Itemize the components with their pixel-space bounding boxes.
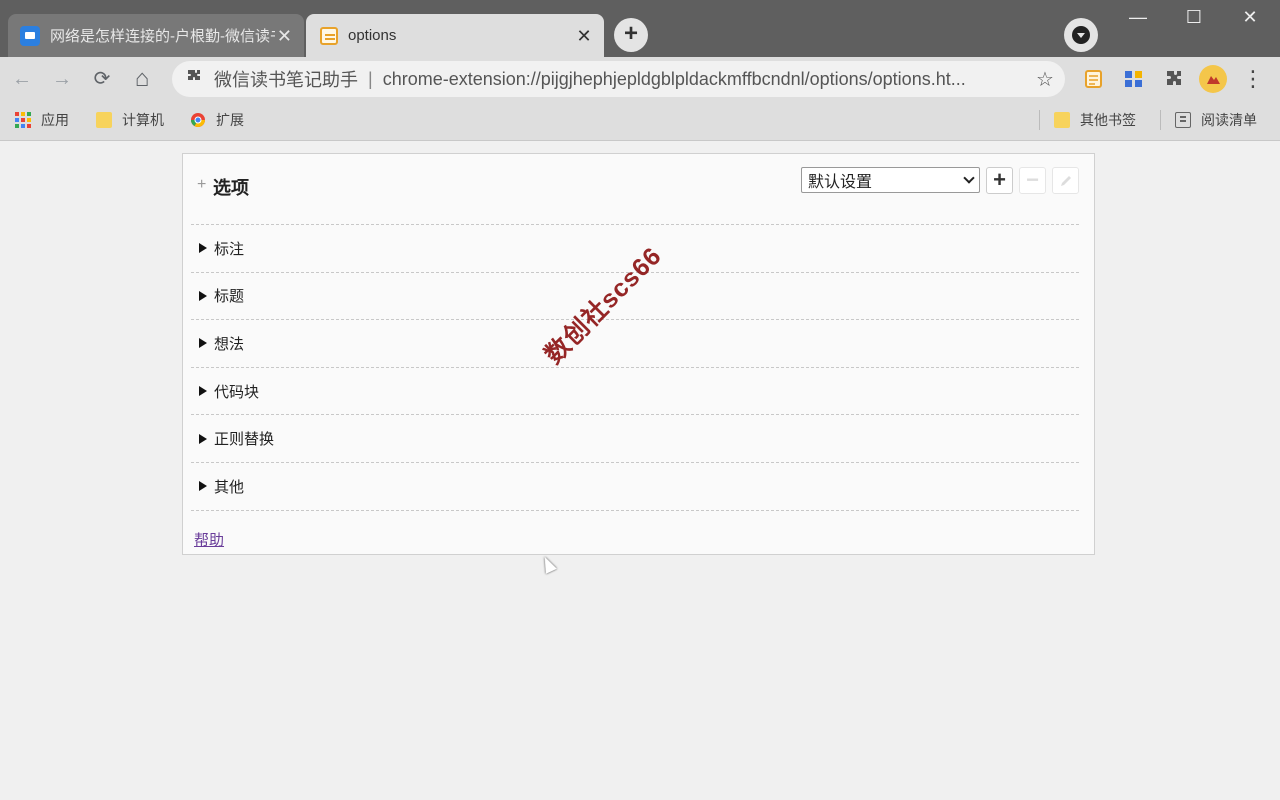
menu-icon[interactable]: ⋮ (1237, 63, 1269, 95)
bookmark-other[interactable]: 其他书签 (1054, 101, 1136, 139)
bookmark-folder-computer[interactable]: 计算机 (96, 101, 164, 139)
reading-list-icon (1175, 112, 1191, 128)
section-code-block[interactable]: 代码块 (191, 368, 1079, 416)
bookmark-extensions[interactable]: 扩展 (190, 101, 244, 139)
url-text[interactable]: chrome-extension://pijgjhephjepldgblplda… (383, 69, 1025, 90)
apps-extension-icon[interactable] (1120, 65, 1148, 93)
disclosure-triangle-icon (199, 290, 207, 301)
profile-select[interactable]: 默认设置 (801, 167, 980, 193)
reload-button[interactable]: ⟳ (86, 63, 118, 95)
profile-avatar[interactable] (1199, 65, 1227, 93)
tab-title: options (348, 27, 397, 44)
rename-profile-button[interactable] (1052, 167, 1079, 194)
add-profile-button[interactable]: + (986, 167, 1013, 194)
bookmark-label: 阅读清单 (1201, 112, 1257, 128)
bookmark-reading-list[interactable]: 阅读清单 (1175, 101, 1257, 139)
home-button[interactable]: ⌂ (126, 63, 158, 95)
new-tab-button[interactable]: + (614, 18, 648, 52)
folder-icon (96, 112, 112, 128)
close-window-button[interactable]: ✕ (1222, 0, 1278, 36)
profile-select-value: 默认设置 (808, 174, 873, 191)
folder-icon (1054, 112, 1070, 128)
section-regex-replace[interactable]: 正则替换 (191, 415, 1079, 463)
forward-button[interactable]: → (46, 63, 78, 95)
wechat-read-favicon-icon (20, 25, 40, 46)
help-link[interactable]: 帮助 (194, 529, 224, 550)
expand-plus-icon[interactable]: + (197, 176, 206, 194)
disclosure-triangle-icon (199, 386, 207, 397)
tab-wechat-read[interactable]: 网络是怎样连接的-户根勤-微信读书 ✕ (8, 14, 304, 57)
bookmarks-divider (1039, 110, 1040, 130)
bookmarks-bar: 应用 计算机 扩展 其他书签 阅读清单 (0, 101, 1280, 141)
section-label: 其他 (214, 478, 245, 496)
bookmark-label: 计算机 (122, 112, 164, 128)
chevron-down-icon (963, 172, 975, 184)
page-title: 选项 (213, 178, 249, 198)
disclosure-triangle-icon (199, 243, 207, 254)
section-label: 想法 (214, 335, 245, 353)
section-label: 标注 (214, 240, 245, 258)
chrome-icon (190, 112, 206, 128)
section-thoughts[interactable]: 想法 (191, 320, 1079, 368)
disclosure-triangle-icon (199, 433, 207, 444)
apps-grid-icon (15, 112, 31, 128)
section-other[interactable]: 其他 (191, 463, 1079, 511)
back-button[interactable]: ← (6, 63, 38, 95)
disclosure-triangle-icon (199, 481, 207, 492)
mouse-cursor-icon (539, 554, 557, 574)
extensions-puzzle-icon[interactable] (1160, 65, 1188, 93)
bookmark-label: 扩展 (216, 112, 244, 128)
bookmark-label: 其他书签 (1080, 112, 1136, 128)
bookmark-label: 应用 (41, 112, 69, 128)
bookmarks-divider (1160, 110, 1161, 130)
disclosure-triangle-icon (199, 338, 207, 349)
close-tab-icon[interactable]: ✕ (574, 26, 594, 46)
minimize-button[interactable]: — (1110, 0, 1166, 36)
puzzle-icon (186, 69, 204, 90)
maximize-button[interactable]: ☐ (1166, 0, 1222, 36)
section-label: 正则替换 (214, 431, 275, 449)
options-panel: + 选项 默认设置 + − 标注 标题 想法 代码块 正则替换 其他 帮助 (182, 153, 1095, 555)
bookmark-star-icon[interactable]: ☆ (1025, 67, 1065, 92)
note-favicon-icon (320, 26, 338, 45)
bookmark-apps[interactable]: 应用 (15, 101, 69, 139)
tab-options[interactable]: options ✕ (306, 14, 604, 57)
options-header: + 选项 默认设置 + − (183, 154, 1094, 224)
close-tab-icon[interactable]: ✕ (275, 26, 294, 46)
note-extension-icon[interactable] (1080, 65, 1108, 93)
browser-toolbar: ← → ⟳ ⌂ 微信读书笔记助手 | chrome-extension://pi… (0, 57, 1280, 101)
remove-profile-button[interactable]: − (1019, 167, 1046, 194)
section-label: 标题 (214, 288, 245, 306)
address-bar[interactable]: 微信读书笔记助手 | chrome-extension://pijgjhephj… (172, 61, 1065, 97)
origin-separator: | (368, 68, 373, 89)
section-label: 代码块 (214, 383, 260, 401)
tab-search-icon[interactable] (1064, 18, 1098, 52)
tab-title: 网络是怎样连接的-户根勤-微信读书 (50, 28, 275, 45)
site-origin: 微信读书笔记助手 (214, 70, 358, 90)
tab-strip: 网络是怎样连接的-户根勤-微信读书 ✕ options ✕ + — ☐ ✕ (0, 0, 1280, 57)
